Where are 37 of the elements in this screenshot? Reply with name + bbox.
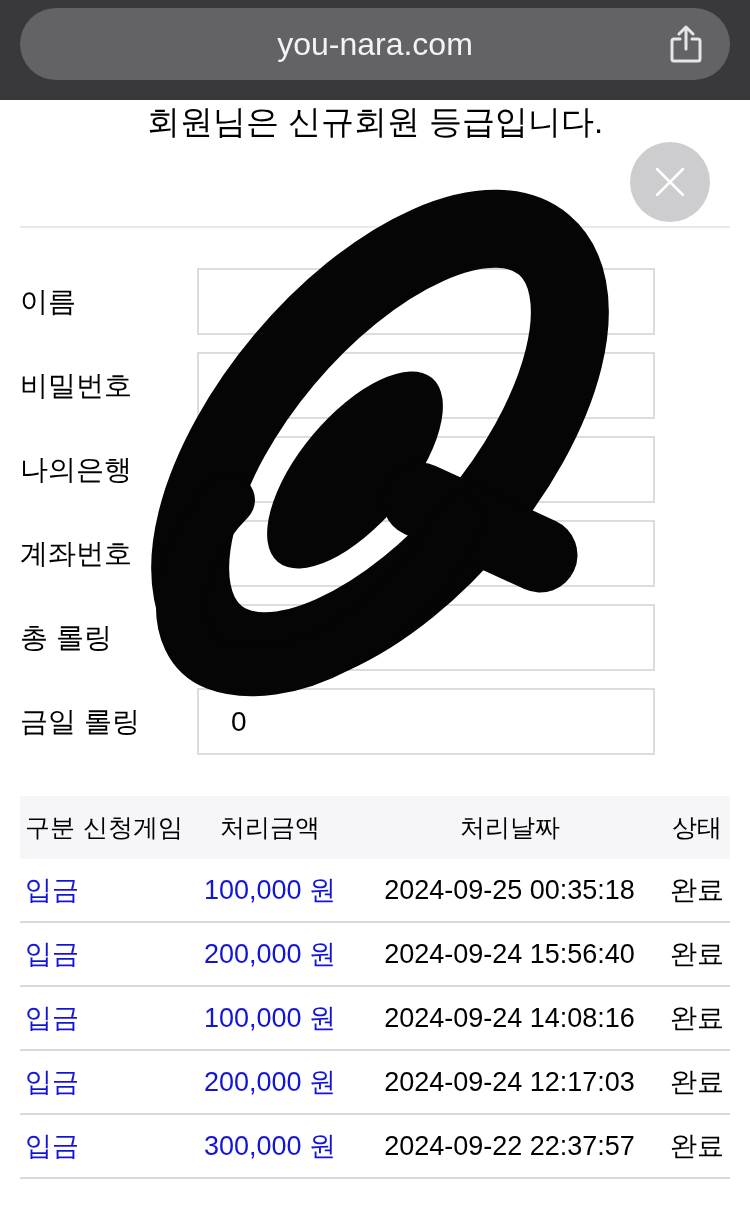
table-cell: 2024-09-25 00:35:18 [384, 874, 635, 906]
table-cell-text: 완료 [670, 938, 724, 971]
field-label: 이름 [20, 284, 76, 319]
column-header: 처리날짜 [459, 812, 560, 843]
column-header: 구분 [25, 812, 75, 843]
table-cell-text: 200,000 원 [203, 938, 337, 971]
table-cell-text: 300,000 원 [203, 1130, 337, 1163]
field-label: 나의은행 [20, 452, 132, 487]
table-cell: 2024-09-24 14:08:16 [384, 1002, 635, 1034]
input-field[interactable]: 0 [197, 688, 655, 755]
field-label: 금일 롤링 [20, 704, 140, 739]
field-label: 계좌번호 [20, 536, 132, 571]
table-cell: 2024-09-22 22:37:57 [384, 1130, 635, 1162]
table-cell-text: 완료 [670, 1002, 724, 1035]
table-cell-text: 100,000 원 [203, 874, 337, 907]
table-cell-text: 입금 [25, 874, 79, 907]
table-cell-text: 완료 [670, 1066, 724, 1099]
table-cell-text: 입금 [25, 938, 79, 971]
table-cell-text: 입금 [25, 1066, 79, 1099]
field-label: 총 롤링 [20, 620, 112, 655]
input-field[interactable] [197, 268, 655, 335]
column-header: 상태 [672, 812, 722, 843]
table-cell: 2024-09-24 15:56:40 [384, 938, 635, 970]
table-cell-text: 완료 [670, 1130, 724, 1163]
table-cell-text: 입금 [25, 1130, 79, 1163]
close-icon [656, 168, 684, 196]
share-icon[interactable] [670, 25, 702, 63]
address-bar[interactable]: you-nara.com [20, 8, 730, 80]
page-heading: 회원님은 신규회원 등급입니다. [145, 102, 605, 142]
column-header: 신청게임 [82, 812, 183, 843]
table-cell-text: 100,000 원 [203, 1002, 337, 1035]
table-cell-text: 입금 [25, 1002, 79, 1035]
table-cell-text: 200,000 원 [203, 1066, 337, 1099]
column-header: 처리금액 [220, 812, 320, 843]
table-cell-text: 완료 [670, 874, 724, 907]
table-cell: 2024-09-24 12:17:03 [384, 1066, 635, 1098]
field-label: 비밀번호 [20, 368, 132, 403]
